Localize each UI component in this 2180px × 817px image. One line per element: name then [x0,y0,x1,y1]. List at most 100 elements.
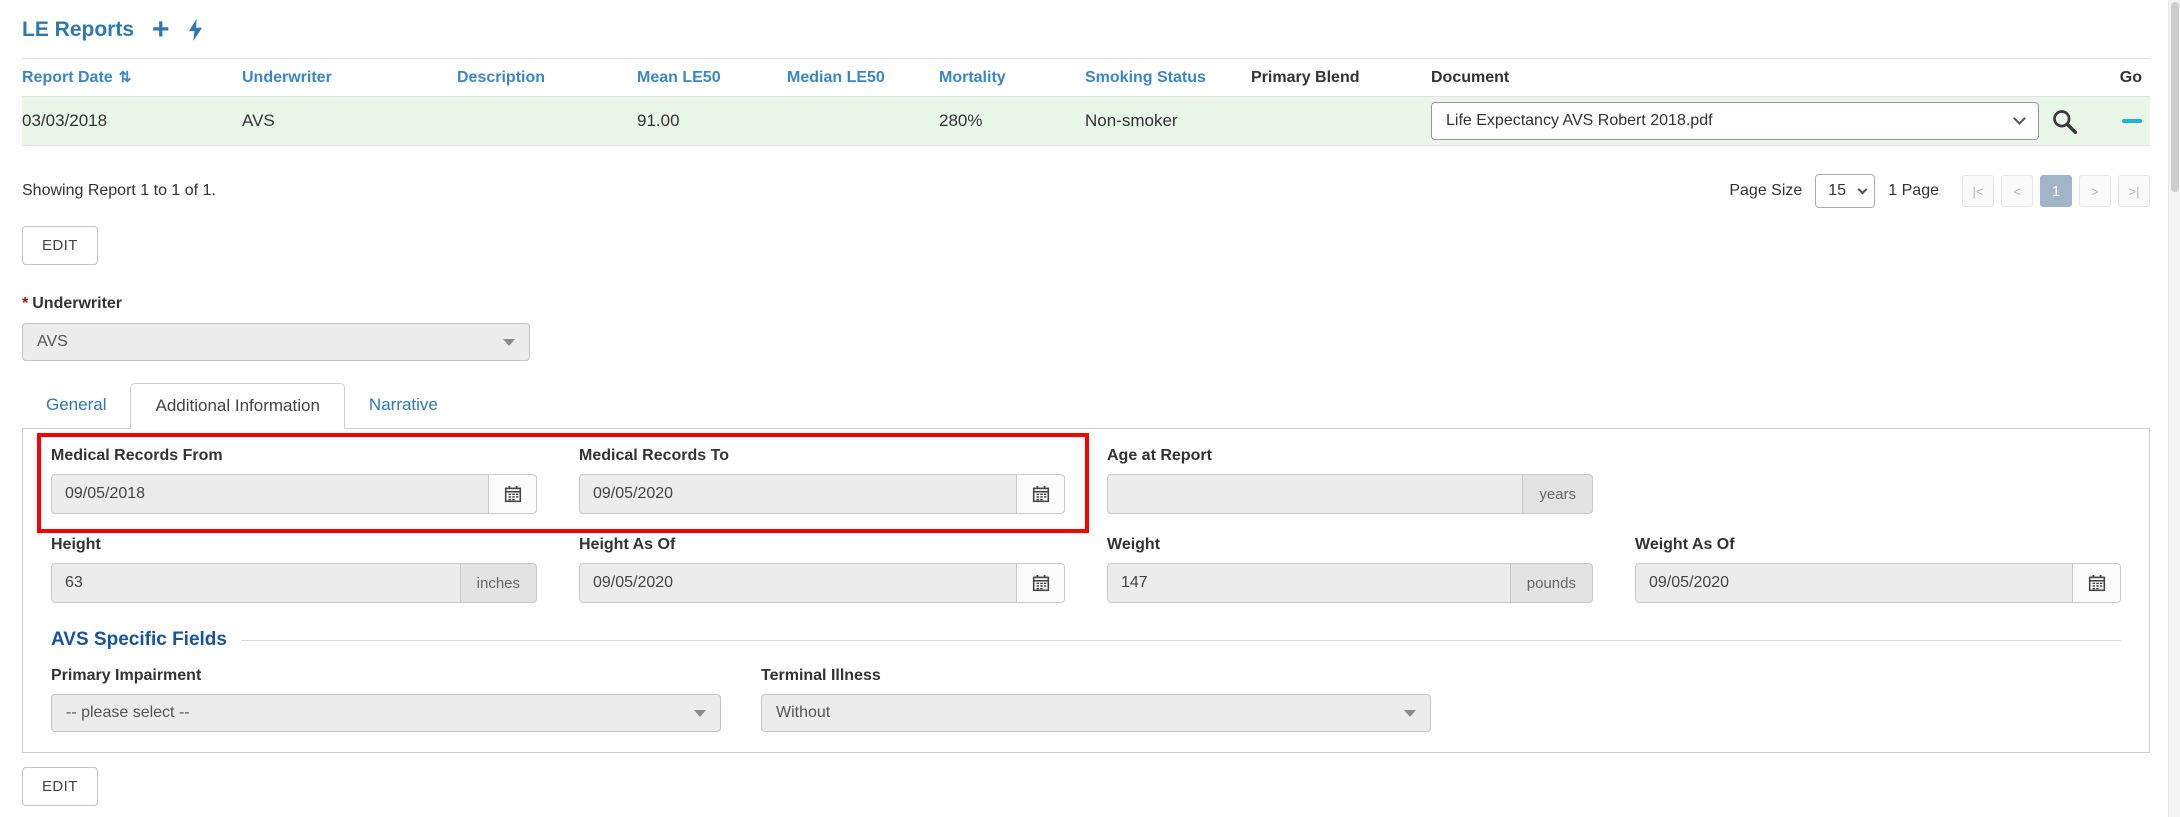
height-as-of-input[interactable] [579,563,1017,603]
col-underwriter[interactable]: Underwriter [242,59,457,97]
search-icon[interactable] [2051,108,2078,135]
lightning-icon[interactable] [188,19,203,41]
col-document: Document [1431,59,2086,97]
col-smoking-status[interactable]: Smoking Status [1085,59,1251,97]
field-age-at-report: Age at Report years [1107,447,1593,514]
tab-additional-information[interactable]: Additional Information [130,383,344,429]
title-row: LE Reports + [22,18,2150,42]
document-select-value: Life Expectancy AVS Robert 2018.pdf [1446,112,1713,130]
first-page-button[interactable]: |< [1962,175,1994,207]
field-weight-as-of: Weight As Of [1635,536,2121,603]
document-select[interactable]: Life Expectancy AVS Robert 2018.pdf [1431,102,2039,140]
table-footer: Showing Report 1 to 1 of 1. Page Size 15… [22,174,2150,208]
table-header-row: Report Date ⇅ Underwriter Description Mea… [22,59,2150,97]
primary-impairment-select[interactable]: -- please select -- [51,694,721,732]
avs-section-title: AVS Specific Fields [51,629,227,651]
col-mean-le50[interactable]: Mean LE50 [637,59,787,97]
cell-description [457,97,637,146]
weight-as-of-label: Weight As Of [1635,536,2121,554]
section-divider [241,640,2121,641]
additional-information-panel: Medical Records From Medical Records To [22,429,2150,753]
cell-median-le50 [787,97,939,146]
medical-records-to-input[interactable] [579,474,1017,514]
cell-document: Life Expectancy AVS Robert 2018.pdf [1431,97,2086,146]
calendar-icon[interactable] [489,474,537,514]
height-unit-suffix: inches [461,563,537,603]
primary-impairment-value: -- please select -- [66,704,190,722]
primary-impairment-label: Primary Impairment [51,667,721,685]
page-content: LE Reports + Report Date ⇅ Underwriter De… [0,0,2180,806]
field-terminal-illness: Terminal Illness Without [761,667,1431,732]
medical-records-to-label: Medical Records To [579,447,1065,465]
col-median-le50[interactable]: Median LE50 [787,59,939,97]
field-weight: Weight pounds [1107,536,1593,603]
col-primary-blend: Primary Blend [1251,59,1431,97]
height-input[interactable] [51,563,461,603]
remove-icon[interactable] [2122,119,2142,123]
calendar-icon[interactable] [1017,474,1065,514]
underwriter-label: *Underwriter [22,295,2150,313]
sort-icon[interactable]: ⇅ [119,69,132,86]
cell-primary-blend [1251,97,1431,146]
edit-button-top[interactable]: EDIT [22,226,98,265]
field-primary-impairment: Primary Impairment -- please select -- [51,667,721,732]
next-page-button[interactable]: > [2079,175,2111,207]
chevron-down-icon [2013,112,2026,125]
page-count-label: 1 Page [1888,182,1939,200]
table-summary: Showing Report 1 to 1 of 1. [22,182,216,200]
terminal-illness-select[interactable]: Without [761,694,1431,732]
cell-mortality: 280% [939,97,1085,146]
col-report-date-label: Report Date [22,69,113,86]
terminal-illness-label: Terminal Illness [761,667,1431,685]
le-reports-page: LE Reports + Report Date ⇅ Underwriter De… [0,0,2180,817]
page-title: LE Reports [22,18,134,42]
tab-general[interactable]: General [22,383,130,429]
underwriter-field: *Underwriter AVS [22,295,2150,361]
prev-page-button[interactable]: < [2001,175,2033,207]
field-medical-records-from: Medical Records From [51,447,537,514]
edit-button-bottom[interactable]: EDIT [22,767,98,806]
current-page-button[interactable]: 1 [2040,175,2072,207]
calendar-icon[interactable] [1017,563,1065,603]
col-report-date[interactable]: Report Date ⇅ [22,59,242,97]
last-page-button[interactable]: >| [2118,175,2150,207]
cell-report-date: 03/03/2018 [22,97,242,146]
height-label: Height [51,536,537,554]
caret-down-icon [503,339,515,346]
caret-down-icon [1404,710,1416,717]
caret-down-icon [694,710,706,717]
table-row[interactable]: 03/03/2018 AVS 91.00 280% Non-smoker Lif… [22,97,2150,146]
col-go: Go [2086,59,2150,97]
age-at-report-label: Age at Report [1107,447,1593,465]
col-mortality[interactable]: Mortality [939,59,1085,97]
cell-smoking-status: Non-smoker [1085,97,1251,146]
field-height: Height inches [51,536,537,603]
age-unit-suffix: years [1523,474,1593,514]
page-size-select[interactable]: 15 [1815,174,1875,208]
weight-as-of-input[interactable] [1635,563,2073,603]
cell-underwriter: AVS [242,97,457,146]
scrollbar[interactable] [2168,0,2180,817]
medical-records-from-input[interactable] [51,474,489,514]
avs-specific-fields-section: AVS Specific Fields Primary Impairment -… [51,629,2121,732]
tab-bar: General Additional Information Narrative [22,383,2150,429]
terminal-illness-value: Without [776,704,830,722]
add-report-icon[interactable]: + [152,19,170,41]
calendar-icon[interactable] [2073,563,2121,603]
cell-go [2086,97,2150,146]
underwriter-select-value: AVS [37,333,68,351]
col-description[interactable]: Description [457,59,637,97]
tab-narrative[interactable]: Narrative [345,383,462,429]
field-medical-records-to: Medical Records To [579,447,1065,514]
weight-label: Weight [1107,536,1593,554]
chevron-down-icon [1858,185,1868,195]
scrollbar-thumb[interactable] [2171,2,2179,192]
weight-input[interactable] [1107,563,1511,603]
avs-grid: Primary Impairment -- please select -- T… [51,667,2121,732]
underwriter-select[interactable]: AVS [22,323,530,361]
underwriter-label-text: Underwriter [32,295,122,312]
grid-spacer [1635,447,2121,514]
page-size-label: Page Size [1729,182,1802,200]
field-height-as-of: Height As Of [579,536,1065,603]
age-at-report-input[interactable] [1107,474,1523,514]
